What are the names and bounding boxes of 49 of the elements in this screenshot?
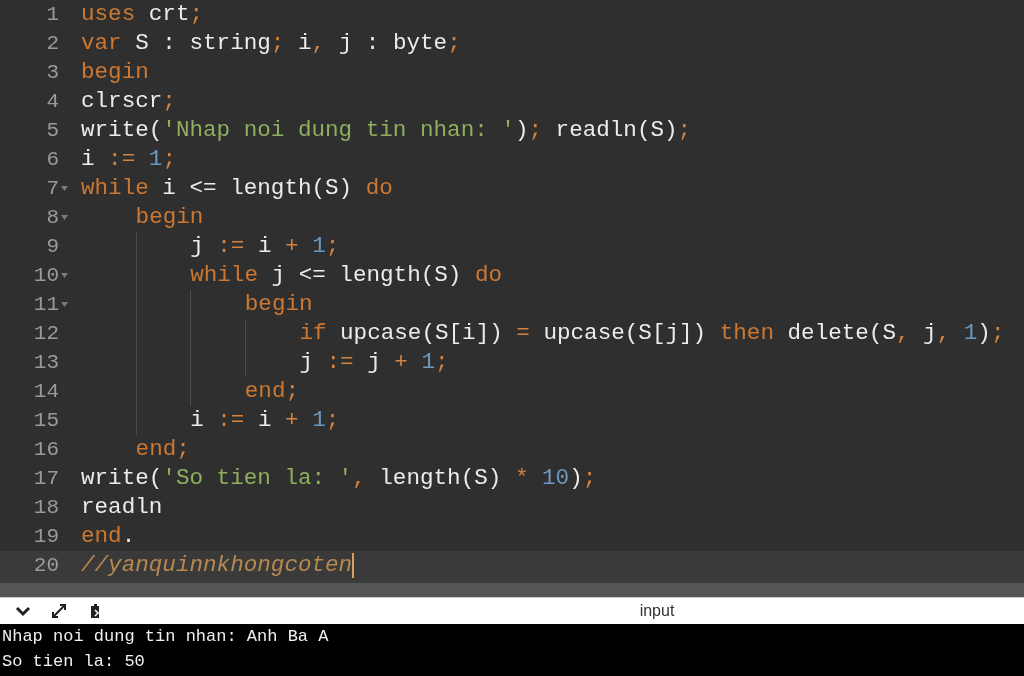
fold-triangle-icon[interactable] [61, 215, 68, 220]
fold-triangle-icon[interactable] [61, 273, 68, 278]
fold-triangle-icon[interactable] [61, 302, 68, 307]
line-number: 2 [46, 32, 59, 55]
line-number: 13 [33, 351, 59, 374]
code-line: i := i + 1; [190, 406, 340, 435]
code-line: var S : string; i, j : byte; [81, 29, 461, 58]
code-line: while i <= length(S) do [81, 174, 393, 203]
code-line: i := 1; [81, 145, 176, 174]
code-line: end; [135, 435, 190, 464]
code-line: begin [81, 58, 149, 87]
code-line: uses crt; [81, 0, 204, 29]
code-line: end; [244, 377, 300, 406]
code-line: if upcase(S[i]) = upcase(S[j]) then delete(S, j, 1); [299, 319, 1005, 348]
line-number: 4 [46, 90, 59, 113]
code-line: j := i + 1; [190, 232, 340, 261]
code-line: begin [135, 203, 204, 232]
line-number: 11 [33, 293, 59, 316]
output-line: Nhap noi dung tin nhan: Anh Ba A [2, 626, 330, 648]
console-label: input [638, 602, 675, 619]
line-number: 9 [46, 235, 59, 258]
code-line: clrscr; [81, 87, 176, 116]
code-line: readln [81, 493, 163, 522]
line-number: 19 [33, 525, 59, 548]
line-number: 1 [46, 3, 59, 26]
line-number: 5 [46, 119, 59, 142]
line-number: 15 [33, 409, 59, 432]
line-number: 10 [33, 264, 59, 287]
expand-icon[interactable] [50, 602, 68, 620]
line-number: 16 [33, 438, 59, 461]
code-line: //yanquinnkhongcoten [81, 551, 353, 580]
line-number: 7 [46, 177, 59, 200]
code-line: write('So tien la: ', length(S) * 10); [81, 464, 597, 493]
line-number: 6 [46, 148, 59, 171]
line-number: 3 [46, 61, 59, 84]
code-line: j := j + 1; [299, 348, 449, 377]
line-number: 12 [33, 322, 59, 345]
line-number: 20 [33, 554, 59, 577]
line-number: 18 [33, 496, 59, 519]
code-line: begin [244, 290, 313, 319]
code-line: write('Nhap noi dung tin nhan: '); readln(S); [81, 116, 692, 145]
output-line: So tien la: 50 [2, 651, 146, 673]
fold-triangle-icon[interactable] [61, 186, 68, 191]
line-number: 8 [46, 206, 59, 229]
code-line: end. [81, 522, 136, 551]
line-number: 14 [33, 380, 59, 403]
line-number: 17 [33, 467, 59, 490]
text-cursor [352, 553, 355, 578]
code-line: while j <= length(S) do [190, 261, 503, 290]
